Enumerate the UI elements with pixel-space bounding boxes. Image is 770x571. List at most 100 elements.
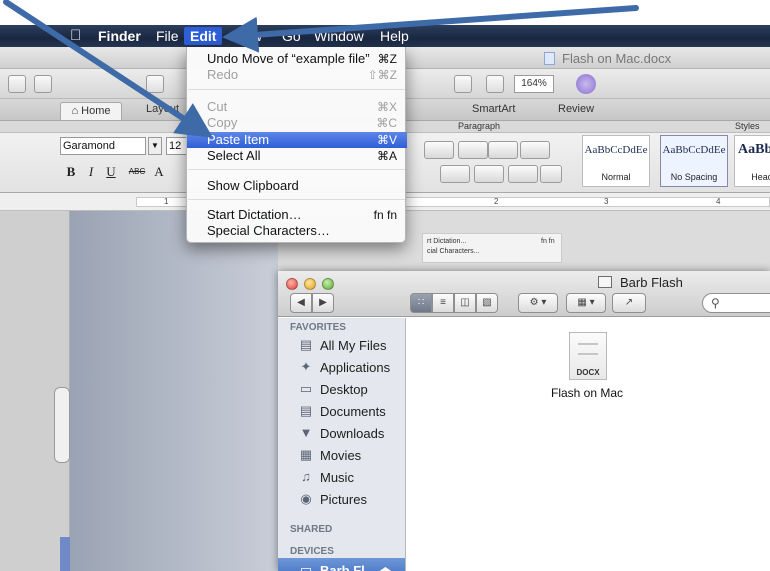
menu-item-label: Undo Move of “example file” [207,51,370,66]
zoom-button[interactable] [322,278,334,290]
sidebar-item-label: Barb Fl... ⏏ [320,563,392,571]
list-view-button[interactable]: ≡ [432,293,454,313]
back-button[interactable]: ◀ [290,293,312,313]
menu-help[interactable]: Help [374,27,415,45]
shading-button[interactable] [508,165,538,183]
icon-view-button[interactable]: ∷ [410,293,432,313]
menu-view[interactable]: View [226,27,268,45]
style-normal[interactable]: AaBbCcDdEe Normal [582,135,650,187]
column-view-button[interactable]: ◫ [454,293,476,313]
sidebar-collapse-handle[interactable] [54,387,70,463]
action-menu-button[interactable]: ⚙ ▾ [518,293,558,313]
sidebar-item-barb-flash[interactable]: ▭ Barb Fl... ⏏ [278,558,405,571]
cover-flow-button[interactable]: ▧ [476,293,498,313]
finder-window-title: Barb Flash [620,275,683,290]
menu-item-copy[interactable]: Copy ⌘C [187,115,407,131]
ruler-number: 1 [164,197,169,206]
menu-window[interactable]: Window [308,27,370,45]
menu-app-finder[interactable]: Finder [92,27,147,45]
sidebar-item-documents[interactable]: ▤ Documents [278,400,405,422]
increase-indent-button[interactable] [488,141,518,159]
edit-menu: Undo Move of “example file” ⌘Z Redo ⇧⌘Z … [186,47,407,243]
search-icon: ⚲ [711,296,720,310]
sidebar-item-all-my-files[interactable]: ▤ All My Files [278,334,405,356]
strikethrough-button[interactable]: ABC [124,163,150,181]
screenshot:  Finder File Edit View Go Window Help F… [0,25,770,571]
menu-item-show-clipboard[interactable]: Show Clipboard [187,178,407,194]
sidebar-item-label: Music [320,470,354,485]
finder-sidebar: FAVORITES ▤ All My Files ✦ Applications … [278,318,406,571]
menu-separator [188,169,405,170]
close-button[interactable] [286,278,298,290]
font-name-field[interactable]: Garamond [60,137,146,155]
menu-edit[interactable]: Edit [184,27,223,45]
numbering-button[interactable] [424,141,454,159]
arrange-menu-button[interactable]: ▦ ▾ [566,293,606,313]
menu-item-cut[interactable]: Cut ⌘X [187,99,407,115]
italic-button[interactable]: I [82,163,100,181]
tab-smartart[interactable]: SmartArt [472,103,515,115]
help-icon[interactable] [576,74,596,94]
sidebar-item-desktop[interactable]: ▭ Desktop [278,378,405,400]
share-button[interactable]: ↗ [612,293,646,313]
sidebar-icon[interactable] [454,75,472,93]
line-spacing-button[interactable] [474,165,504,183]
menu-item-label: Show Clipboard [207,178,299,193]
sidebar-item-applications[interactable]: ✦ Applications [278,356,405,378]
paragraph-group-label: Paragraph [458,121,501,131]
templates-icon[interactable] [34,75,52,93]
minimize-button[interactable] [304,278,316,290]
sidebar-item-music[interactable]: ♫ Music [278,466,405,488]
sort-button[interactable] [540,165,562,183]
sidebar-header-devices: DEVICES [290,546,334,557]
sidebar-item-pictures[interactable]: ◉ Pictures [278,488,405,510]
menu-item-special-characters[interactable]: Special Characters… [187,223,407,239]
ruler-number: 2 [494,197,499,206]
font-dropdown-icon[interactable]: ▼ [148,137,162,155]
sidebar-item-label: Applications [320,360,391,375]
menu-item-paste-item[interactable]: Paste Item ⌘V [187,132,407,148]
tab-layout[interactable]: Layout [146,103,179,115]
menu-item-label: Redo [207,67,239,82]
music-icon: ♫ [301,469,311,484]
font-color-button[interactable]: A [150,163,168,181]
zoom-field[interactable]: 164% [514,75,554,93]
font-size-field[interactable]: 12 [166,137,188,155]
sidebar-item-downloads[interactable]: ▼ Downloads [278,422,405,444]
menu-item-start-dictation[interactable]: Start Dictation… fn fn [187,207,407,223]
menu-item-undo[interactable]: Undo Move of “example file” ⌘Z [187,51,407,67]
file-name[interactable]: Flash on Mac [537,386,637,400]
style-heading[interactable]: AaBbC Heading [734,135,770,187]
style-no-spacing[interactable]: AaBbCcDdEe No Spacing [660,135,728,187]
tab-home-label: Home [81,105,111,117]
tab-home[interactable]: ⌂ Home [60,102,122,120]
decrease-indent-button[interactable] [458,141,488,159]
gallery-icon[interactable] [486,75,504,93]
menu-item-label: Special Characters… [207,223,330,238]
menu-item-redo[interactable]: Redo ⇧⌘Z [187,67,407,83]
save-icon[interactable] [146,75,164,93]
style-name: No Spacing [670,172,718,182]
tab-review[interactable]: Review [558,103,594,115]
align-button[interactable] [440,165,470,183]
style-name: Heading [751,172,770,182]
menu-go[interactable]: Go [276,27,307,45]
finder-window: Barb Flash ◀ ▶ ∷ ≡ ◫ ▧ ⚙ ▾ ▦ ▾ ↗ ⚲ FAVOR… [278,271,770,571]
forward-button[interactable]: ▶ [312,293,334,313]
style-name: Normal [601,172,631,182]
underline-button[interactable]: U [102,163,120,181]
menu-item-select-all[interactable]: Select All ⌘A [187,148,407,164]
search-input[interactable]: ⚲ [702,293,770,313]
bold-button[interactable]: B [62,163,80,181]
apple-menu-icon[interactable]:  [64,27,87,45]
columns-button[interactable] [520,141,550,159]
menu-separator [188,89,405,90]
sidebar-item-movies[interactable]: ▦ Movies [278,444,405,466]
menu-separator [188,199,405,200]
document-page-area[interactable] [70,211,278,571]
menu-file[interactable]: File [150,27,185,45]
sidebar-item-label: Desktop [320,382,368,397]
pictures-icon: ◉ [300,491,312,506]
new-doc-icon[interactable] [8,75,26,93]
documents-icon: ▤ [299,403,313,418]
